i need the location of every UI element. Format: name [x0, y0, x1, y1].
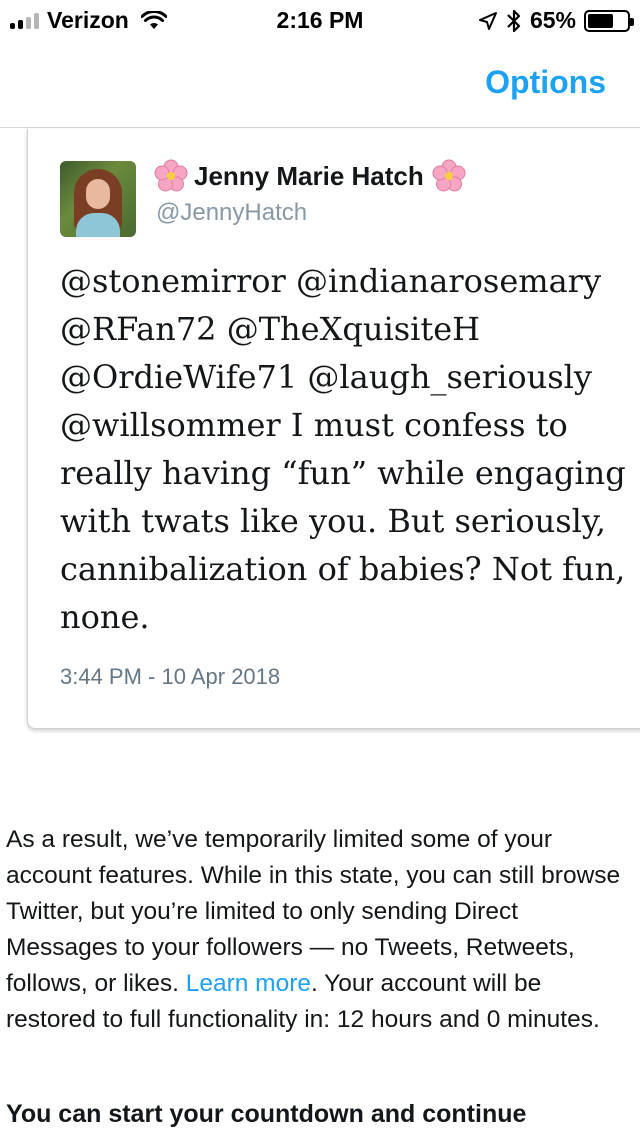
tweet-text: @stonemirror @indianarosemary @RFan72 @T… [60, 257, 630, 641]
battery-tip [630, 17, 634, 26]
user-handle[interactable]: @JennyHatch [156, 199, 307, 227]
display-name[interactable]: Jenny Marie Hatch [194, 161, 424, 192]
name-row: Jenny Marie Hatch [154, 159, 466, 193]
bluetooth-icon [507, 9, 521, 32]
options-button[interactable]: Options [485, 64, 606, 101]
avatar-shirt [76, 213, 120, 237]
restriction-notice: As a result, we’ve temporarily limited s… [6, 822, 626, 1038]
battery-percent: 65% [529, 7, 576, 33]
tweet-text-line: cannibalization of babies? Not fun, [60, 550, 626, 588]
countdown-heading: You can start your countdown and continu… [6, 1100, 527, 1128]
tweet-timestamp: 3:44 PM - 10 Apr 2018 [60, 664, 281, 689]
tweet-text-line: @OrdieWife71 @laugh_seriously [60, 358, 592, 396]
avatar-face [86, 179, 110, 209]
learn-more-link[interactable]: Learn more [186, 970, 311, 997]
battery-level [588, 13, 613, 28]
battery-icon [584, 9, 634, 32]
tweet-text-line: none. [60, 598, 150, 636]
tweet-text-line: really having “fun” while engaging [60, 454, 626, 492]
navigation-bar: Options [0, 40, 640, 128]
status-right: 65% [478, 7, 634, 34]
cherry-blossom-icon [154, 159, 188, 192]
tweet-text-line: @stonemirror @indianarosemary [60, 262, 602, 300]
tweet-text-line: @willsommer I must confess to [60, 406, 568, 444]
location-arrow-icon [478, 11, 497, 30]
cherry-blossom-icon [432, 159, 466, 192]
status-bar: Verizon 2:16 PM 65% [0, 0, 640, 40]
tweet-text-line: with twats like you. But seriously, [60, 502, 606, 540]
tweet-card: Jenny Marie Hatch @JennyHatch @stonemirr… [27, 129, 640, 729]
tweet-text-line: @RFan72 @TheXquisiteH [60, 310, 481, 348]
avatar[interactable] [60, 161, 136, 237]
